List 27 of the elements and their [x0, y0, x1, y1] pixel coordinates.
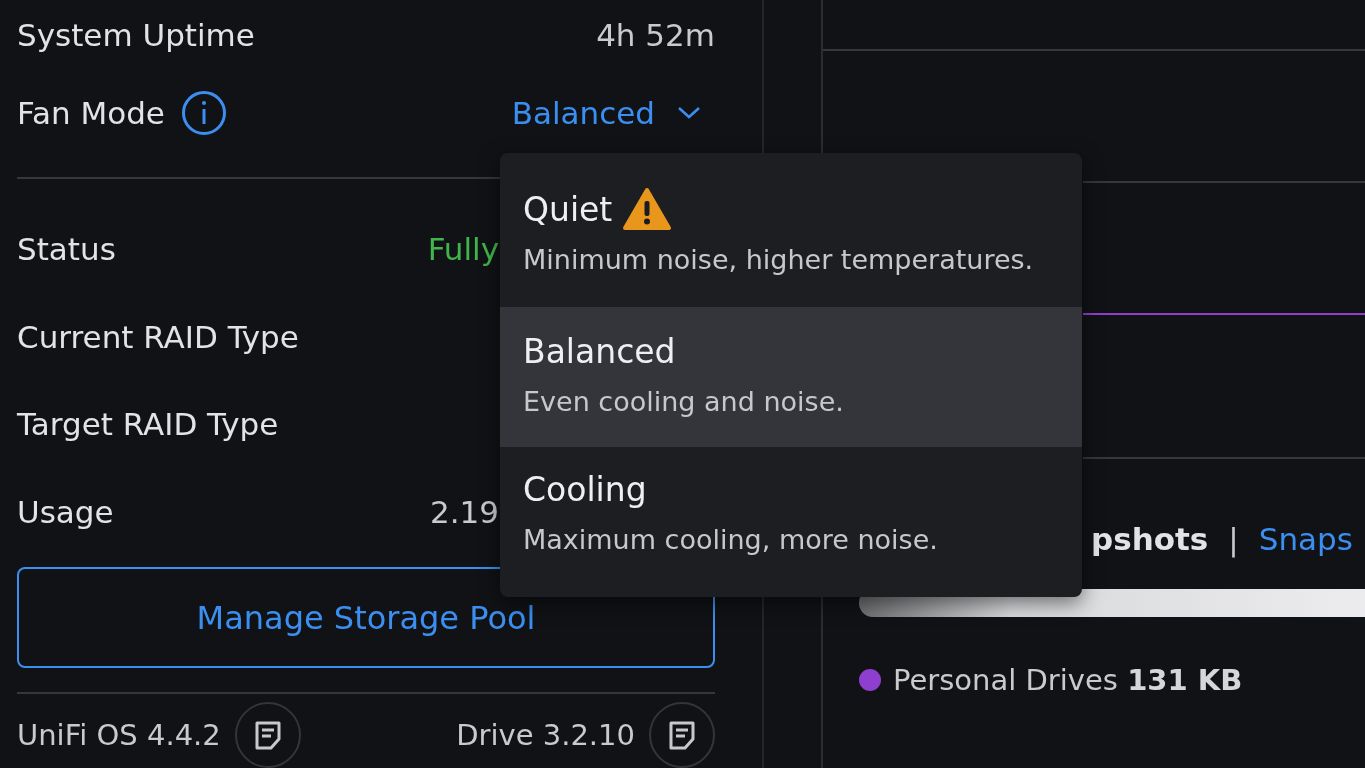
version-label: UniFi OS 4.4.2	[17, 718, 221, 752]
field-label: System Uptime	[17, 16, 255, 53]
legend-label: Personal Drives 131 KB	[893, 663, 1243, 697]
version-label: Drive 3.2.10	[456, 718, 635, 752]
menu-item[interactable]: Quiet Minimum noise, higher temperatures.	[500, 167, 1082, 307]
option-title: Cooling	[523, 469, 647, 509]
field-label: Current RAID Type	[17, 318, 299, 355]
snapshots-tab[interactable]: pshots	[1091, 521, 1209, 557]
release-notes-button[interactable]	[649, 702, 715, 768]
option-description: Minimum noise, higher temperatures.	[523, 244, 1035, 275]
field-value: 4h 52m	[596, 16, 715, 53]
option-description: Even cooling and noise.	[523, 386, 845, 417]
option-title: Balanced	[523, 331, 676, 371]
field-label: Usage	[17, 493, 114, 530]
option-title: Quiet	[523, 189, 613, 229]
field-label: Status	[17, 231, 116, 267]
field-label: Target RAID Type	[17, 406, 279, 443]
option-description: Maximum cooling, more noise.	[523, 524, 939, 555]
tab-separator: |	[1228, 521, 1239, 557]
status-value: Fully	[427, 231, 499, 267]
fan-mode-dropdown[interactable]: Balanced	[511, 95, 715, 132]
field-label: Fan Mode	[17, 95, 165, 132]
snapshots-tab[interactable]: Snaps	[1258, 521, 1353, 557]
release-notes-button[interactable]	[234, 702, 301, 768]
field-value: 2.19	[429, 493, 499, 530]
info-icon	[180, 90, 227, 137]
menu-item[interactable]: Balanced Even cooling and noise.	[500, 307, 1082, 447]
